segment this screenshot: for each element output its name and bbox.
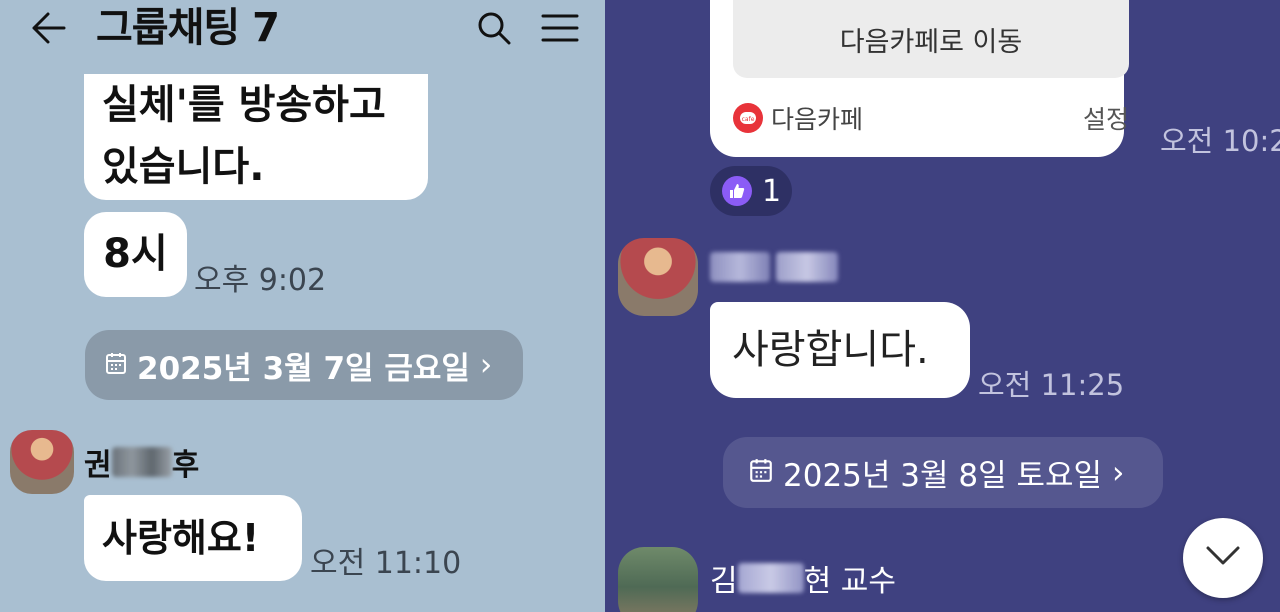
sender-name-end: 현 교수 xyxy=(803,564,896,599)
settings-link[interactable]: 설정 xyxy=(1083,100,1129,136)
daum-cafe-logo: cafe xyxy=(733,103,763,133)
svg-text:cafe: cafe xyxy=(742,116,755,123)
chat-title: 그룹채팅 7 xyxy=(96,5,280,51)
scroll-to-bottom-button[interactable] xyxy=(1183,518,1263,598)
cafe-source-name: 다음카페 xyxy=(771,105,864,134)
calendar-icon xyxy=(105,347,127,383)
date-divider[interactable]: 2025년 3월 7일 금요일 › xyxy=(85,330,523,400)
avatar[interactable] xyxy=(618,547,698,612)
message-bubble[interactable]: 실체'를 방송하고 있습니다. xyxy=(84,74,428,200)
calendar-icon xyxy=(749,455,773,491)
message-text-line: 실체'를 방송하고 xyxy=(102,82,386,128)
avatar[interactable] xyxy=(10,430,74,494)
sender-name: 김 현 교수 xyxy=(710,556,896,600)
message-time: 오전 11:25 xyxy=(978,368,1125,402)
chevron-down-icon xyxy=(1205,545,1241,571)
left-chat-pane: 그룹채팅 7 실체'를 방송하고 있습니다. 8시 오후 9:02 2025년 … xyxy=(0,0,605,612)
sender-name: 권 후 xyxy=(84,440,199,484)
name-blur-mask xyxy=(710,252,770,282)
sender-name-start: 김 xyxy=(710,564,738,599)
date-divider[interactable]: 2025년 3월 8일 토요일 › xyxy=(723,437,1163,508)
message-text-line: 있습니다. xyxy=(102,144,265,190)
sender-name-blurred xyxy=(710,252,838,282)
right-chat-pane: 다음카페로 이동 cafe 다음카페 설정 오전 10:2 1 사랑합니다. 오… xyxy=(605,0,1280,612)
sender-name-end: 후 xyxy=(171,448,200,483)
search-icon[interactable] xyxy=(474,8,514,48)
date-label: 2025년 3월 7일 금요일 xyxy=(137,350,470,387)
chevron-right-icon: › xyxy=(479,347,493,383)
message-bubble[interactable]: 사랑합니다. xyxy=(710,302,970,398)
message-bubble[interactable]: 8시 xyxy=(84,212,187,297)
arrow-left-icon[interactable] xyxy=(28,10,68,46)
name-blur-mask xyxy=(737,563,804,593)
open-cafe-button[interactable]: 다음카페로 이동 xyxy=(733,0,1129,78)
hamburger-menu-icon[interactable] xyxy=(540,8,580,48)
chevron-right-icon: › xyxy=(1112,454,1125,491)
name-blur-mask xyxy=(111,447,172,477)
sender-name-start: 권 xyxy=(84,448,112,483)
name-blur-mask xyxy=(776,252,838,282)
date-label: 2025년 3월 8일 토요일 xyxy=(783,458,1103,494)
thumbs-up-icon xyxy=(722,176,752,206)
reaction-count: 1 xyxy=(762,173,782,209)
message-time: 오전 10:2 xyxy=(1160,124,1280,158)
avatar[interactable] xyxy=(618,238,698,316)
message-time: 오후 9:02 xyxy=(194,263,327,298)
message-bubble[interactable]: 사랑해요! xyxy=(84,495,302,581)
message-time: 오전 11:10 xyxy=(310,546,462,581)
reaction-badge[interactable]: 1 xyxy=(710,166,792,216)
